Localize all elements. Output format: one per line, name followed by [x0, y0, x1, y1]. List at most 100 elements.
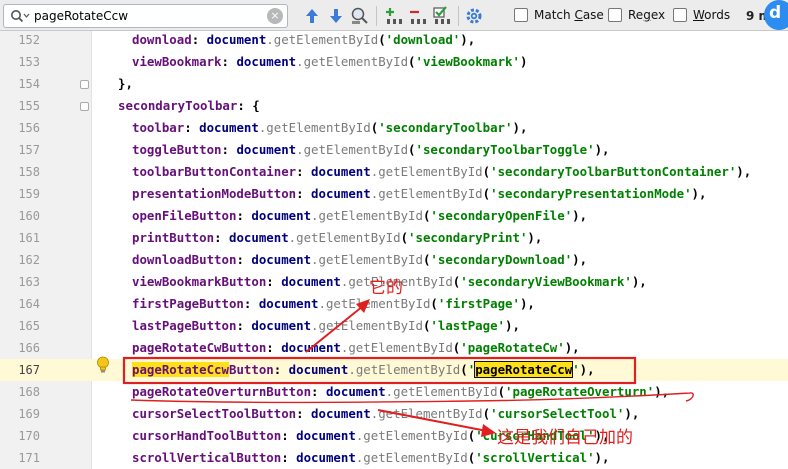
code-punctuation: : — [266, 340, 282, 355]
words-checkbox[interactable] — [673, 8, 687, 22]
code-text: downloadButton: document.getElementById(… — [132, 249, 587, 271]
words-option[interactable]: Words — [673, 8, 730, 24]
code-line[interactable]: 153 viewBookmark: document.getElementById… — [0, 51, 788, 73]
code-method: .getElementById — [355, 450, 468, 465]
code-text: lastPageButton: document.getElementById(… — [132, 315, 520, 337]
code-string: 'pageRotateOverturn' — [505, 384, 655, 399]
find-toolbar: × Match Case Regex Words 9 m d — [0, 0, 788, 31]
code-text: openFileButton: document.getElementById(… — [132, 205, 587, 227]
code-line[interactable]: 155 secondaryToolbar: { — [0, 95, 788, 117]
code-line[interactable]: 168 pageRotateOverturnButton: document.ge… — [0, 381, 788, 403]
code-string: 'secondaryViewBookmark' — [460, 274, 632, 289]
remove-selection-icon[interactable] — [408, 6, 428, 26]
regex-checkbox[interactable] — [608, 8, 622, 22]
search-field[interactable]: × — [3, 4, 288, 28]
find-usages-icon[interactable] — [350, 6, 370, 26]
code-punctuation: : { — [237, 98, 260, 113]
code-object: document — [288, 362, 349, 377]
code-line[interactable]: 170 cursorHandToolButton: document.getEle… — [0, 425, 788, 447]
code-punctuation: : — [273, 362, 289, 377]
arrow-up-icon[interactable] — [302, 6, 322, 26]
code-method: .getElementById — [318, 296, 431, 311]
fold-marker[interactable] — [80, 102, 89, 111]
code-property: toggleButton — [132, 142, 222, 157]
fold-marker[interactable] — [80, 80, 89, 89]
arrow-down-icon[interactable] — [326, 6, 346, 26]
code-line[interactable]: 171 scrollVerticalButton: document.getEle… — [0, 447, 788, 469]
code-object: document — [311, 406, 371, 421]
code-text: viewBookmark: document.getElementById('v… — [132, 51, 527, 73]
settings-icon[interactable] — [464, 6, 484, 26]
code-object: document — [311, 164, 371, 179]
code-line[interactable]: 161 printButton: document.getElementById(… — [0, 227, 788, 249]
code-punctuation: ), — [654, 384, 670, 399]
code-punctuation: : — [214, 230, 229, 245]
code-line[interactable]: 158 toolbarButtonContainer: document.getE… — [0, 161, 788, 183]
code-punctuation: ( — [400, 230, 409, 245]
code-punctuation: : — [184, 120, 200, 135]
code-punctuation: : — [221, 54, 237, 69]
code-property: presentationModeButton — [132, 186, 297, 201]
code-punctuation: : — [243, 296, 259, 311]
clear-search-icon[interactable]: × — [267, 8, 283, 24]
code-object: document — [236, 142, 297, 157]
code-punctuation: : — [236, 208, 252, 223]
code-punctuation: : — [311, 384, 326, 399]
code-method: .getElementById — [370, 164, 483, 179]
code-punctuation: ), — [624, 406, 640, 421]
code-punctuation: ), — [564, 340, 580, 355]
code-object: document — [281, 274, 341, 289]
match-case-option[interactable]: Match Case — [514, 8, 604, 24]
line-number: 171 — [18, 451, 40, 465]
code-object: document — [258, 296, 319, 311]
code-string: 'viewBookmark' — [415, 54, 520, 69]
line-number: 155 — [18, 99, 40, 113]
code-line[interactable]: 165 lastPageButton: document.getElementBy… — [0, 315, 788, 337]
search-input[interactable] — [34, 7, 254, 25]
add-selection-icon[interactable] — [384, 6, 404, 26]
code-object: document — [251, 318, 312, 333]
code-punctuation: : — [296, 186, 312, 201]
code-line[interactable]: 160 openFileButton: document.getElementBy… — [0, 205, 788, 227]
regex-option[interactable]: Regex — [608, 8, 665, 24]
code-string: 'secondaryOpenFile' — [430, 208, 573, 223]
code-line[interactable]: 156 toolbar: document.getElementById('sec… — [0, 117, 788, 139]
code-method: .getElementById — [340, 340, 453, 355]
code-text: cursorSelectToolButton: document.getElem… — [132, 403, 639, 425]
code-punctuation: ), — [736, 164, 752, 179]
code-line[interactable]: 157 toggleButton: document.getElementById… — [0, 139, 788, 161]
code-line[interactable]: 162 downloadButton: document.getElementBy… — [0, 249, 788, 271]
code-object: document — [311, 186, 371, 201]
match-case-checkbox[interactable] — [514, 8, 528, 22]
select-all-occurrences-icon[interactable] — [432, 6, 452, 26]
code-property-rest: Button — [228, 362, 274, 377]
code-punctuation: ), — [572, 252, 588, 267]
code-property: cursorHandToolButton — [132, 428, 282, 443]
line-number: 165 — [18, 319, 40, 333]
code-method: .getElementById — [296, 54, 409, 69]
code-line[interactable]: 167 pageRotateCcwButton: document.getElem… — [0, 359, 788, 381]
code-property: pageRotateCwButton — [132, 340, 267, 355]
search-match: pageRotateCcw — [132, 362, 229, 377]
code-text: printButton: document.getElementById('se… — [132, 227, 542, 249]
code-string: 'firstPage' — [437, 296, 520, 311]
code-text: pageRotateOverturnButton: document.getEl… — [132, 381, 669, 403]
search-icon[interactable] — [10, 9, 30, 23]
code-punctuation: : — [221, 142, 237, 157]
code-line[interactable]: 159 presentationModeButton: document.getE… — [0, 183, 788, 205]
line-number: 166 — [18, 341, 40, 355]
code-punctuation: : — [281, 450, 297, 465]
code-line[interactable]: 169 cursorSelectToolButton: document.getE… — [0, 403, 788, 425]
code-method: .getElementById — [370, 406, 483, 421]
code-property: downloadButton — [132, 252, 237, 267]
lightbulb-icon[interactable] — [96, 356, 110, 374]
code-punctuation: ( — [408, 142, 416, 157]
code-line[interactable]: 166 pageRotateCwButton: document.getEleme… — [0, 337, 788, 359]
code-property: openFileButton — [132, 208, 237, 223]
code-line[interactable]: 154}, — [0, 73, 788, 95]
code-string: 'cursorSelectTool' — [490, 406, 625, 421]
line-number: 161 — [18, 231, 40, 245]
code-punctuation: ( — [497, 384, 506, 399]
code-property: toolbar — [132, 120, 185, 135]
code-line[interactable]: 152 download: document.getElementById('do… — [0, 29, 788, 51]
